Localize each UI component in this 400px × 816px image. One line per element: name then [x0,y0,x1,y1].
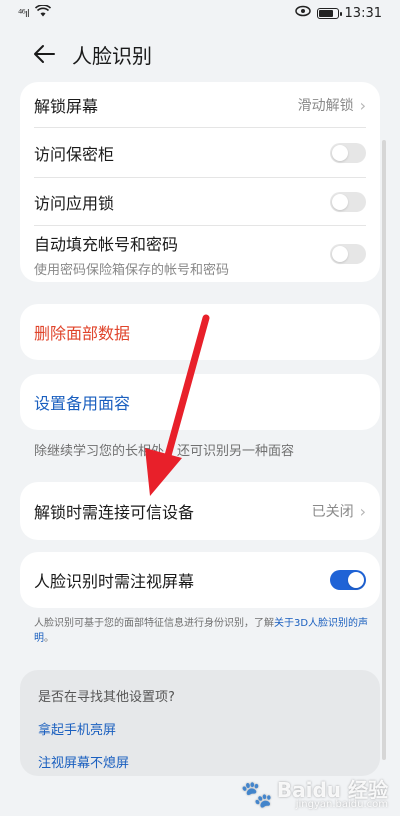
disclaimer-end: 。 [44,633,54,644]
back-arrow-icon[interactable] [32,42,56,66]
trusted-device-card[interactable]: 解锁时需连接可信设备 已关闭 › [20,482,380,540]
battery-icon [316,7,342,19]
unlock-screen-row[interactable]: 解锁屏幕 滑动解锁 › [20,82,380,128]
unlock-screen-title: 解锁屏幕 [34,97,99,116]
disclaimer-text: 人脸识别可基于您的面部特征信息进行身份识别，了解 [34,618,274,629]
watermark-url: jingyan.baidu.com [295,799,388,810]
suggestion-link-raise-to-wake[interactable]: 拿起手机亮屏 [38,719,362,738]
delete-card[interactable]: 删除面部数据 [20,304,380,360]
wifi-icon [34,4,51,21]
clock: 13:31 [344,5,382,21]
status-left: ⁴⁶ıl [18,4,51,21]
autofill-toggle[interactable] [330,244,366,264]
header: 人脸识别 [0,34,400,74]
unlock-screen-value-text: 滑动解锁 [297,98,354,114]
trusted-device-value: 已关闭 › [312,501,366,521]
suggestion-link-gaze-keep-on[interactable]: 注视屏幕不熄屏 [38,752,362,771]
chevron-right-icon: › [359,501,366,521]
app-lock-title: 访问应用锁 [34,194,115,213]
trusted-device-value-text: 已关闭 [311,504,354,520]
autofill-subtitle: 使用密码保险箱保存的帐号和密码 [34,262,230,278]
unlock-screen-value: 滑动解锁 › [298,95,366,115]
suggestion-card: 是否在寻找其他设置项? 拿起手机亮屏 注视屏幕不熄屏 [20,670,380,776]
baidu-paw-icon: 🐾 [240,780,273,810]
chevron-right-icon: › [359,95,366,115]
settings-card: 解锁屏幕 滑动解锁 › 访问保密柜 访问应用锁 自动填充帐号和密码 使用密码保险… [20,82,380,282]
gaze-row[interactable]: 人脸识别时需注视屏幕 [20,552,380,608]
set-backup-face-link[interactable]: 设置备用面容 [34,390,130,414]
backup-row: 设置备用面容 [20,374,380,430]
watermark: 🐾 Baidu 经验 jingyan.baidu.com [241,780,389,810]
autofill-title: 自动填充帐号和密码 [34,234,179,254]
gaze-toggle[interactable] [330,570,366,590]
suggestion-title: 是否在寻找其他设置项? [38,690,175,705]
delete-face-data-link[interactable]: 删除面部数据 [34,320,130,344]
trusted-device-title: 解锁时需连接可信设备 [34,503,195,522]
eye-icon [294,5,311,21]
app-lock-row[interactable]: 访问应用锁 [20,178,380,226]
status-right: 13:31 [294,5,382,21]
autofill-row[interactable]: 自动填充帐号和密码 使用密码保险箱保存的帐号和密码 [20,226,380,282]
backup-note: 除继续学习您的长相外，还可识别另一种面容 [34,444,295,459]
app-lock-toggle[interactable] [330,192,366,212]
autofill-text: 自动填充帐号和密码 使用密码保险箱保存的帐号和密码 [34,231,229,278]
page-title: 人脸识别 [72,43,152,68]
disclaimer: 人脸识别可基于您的面部特征信息进行身份识别，了解关于3D人脸识别的声明。 [34,616,376,646]
safe-row[interactable]: 访问保密柜 [20,128,380,178]
watermark-brand: Baidu 经验 [276,778,388,802]
delete-row: 删除面部数据 [20,304,380,360]
gaze-title: 人脸识别时需注视屏幕 [34,572,195,591]
scrollbar[interactable] [382,140,386,760]
gaze-card: 人脸识别时需注视屏幕 [20,552,380,608]
watermark-text: Baidu 经验 jingyan.baidu.com [277,780,388,810]
status-bar: ⁴⁶ıl 13:31 [0,0,400,26]
trusted-device-row: 解锁时需连接可信设备 已关闭 › [20,482,380,540]
safe-toggle[interactable] [330,143,366,163]
backup-card[interactable]: 设置备用面容 [20,374,380,430]
signal-icon: ⁴⁶ıl [18,6,30,20]
safe-title: 访问保密柜 [34,145,115,164]
